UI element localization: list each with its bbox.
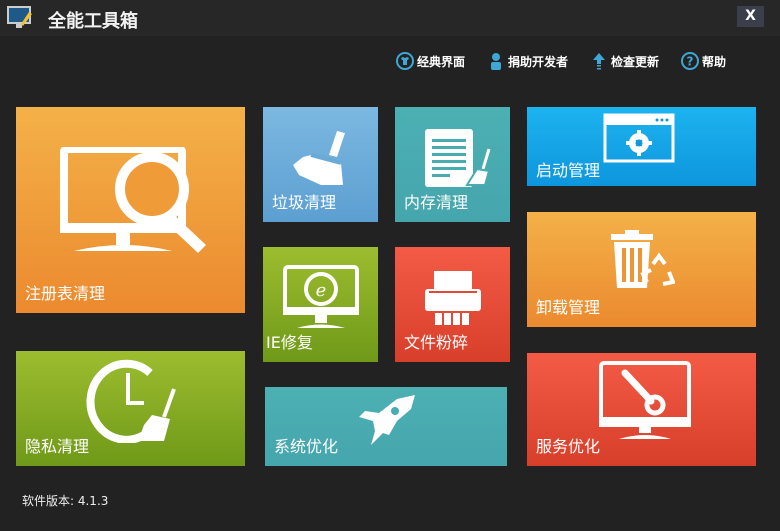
tile-memory-clean[interactable]: 内存清理 <box>395 107 510 222</box>
help-icon: ? <box>681 52 700 70</box>
tile-label: 卸载管理 <box>536 298 601 317</box>
tile-ie-repair[interactable]: e IE修复 <box>263 247 378 362</box>
close-button[interactable]: X <box>737 6 764 27</box>
version-text: 软件版本: 4.1.3 <box>22 494 109 508</box>
tile-label: 内存清理 <box>404 193 469 212</box>
top-links: 经典界面 捐助开发者 检查更新 ? 帮助 <box>396 52 748 70</box>
check-update-link[interactable]: 检查更新 <box>590 52 659 70</box>
tile-system-optimize[interactable]: 系统优化 <box>265 387 507 466</box>
rocket-icon <box>359 395 415 445</box>
classic-ui-label: 经典界面 <box>417 54 466 69</box>
clock-broom-icon <box>86 359 176 443</box>
tile-label: 启动管理 <box>536 161 601 180</box>
arrow-up-icon <box>593 53 606 70</box>
person-icon <box>491 53 502 70</box>
tile-privacy-clean[interactable]: 隐私清理 <box>16 351 245 466</box>
shredder-icon <box>425 271 481 325</box>
donate-link[interactable]: 捐助开发者 <box>487 52 568 70</box>
classic-ui-link[interactable]: 经典界面 <box>396 52 465 70</box>
tile-service-optimize[interactable]: 服务优化 <box>527 353 756 466</box>
app-title: 全能工具箱 <box>48 11 138 32</box>
title-bar: 全能工具箱 X <box>0 0 780 36</box>
monitor-ie-icon: e <box>283 265 359 328</box>
shirt-icon <box>396 52 414 70</box>
tile-label: 服务优化 <box>536 437 601 456</box>
tile-label: 垃圾清理 <box>272 193 337 212</box>
tile-label: 文件粉碎 <box>404 333 469 352</box>
monitor-magnifier-icon <box>60 147 206 253</box>
broom-icon <box>293 131 345 185</box>
trash-recycle-icon <box>611 230 675 288</box>
tile-label: 系统优化 <box>274 437 339 456</box>
help-link[interactable]: ? 帮助 <box>681 52 726 70</box>
tile-uninstall-manager[interactable]: 卸载管理 <box>527 212 756 327</box>
tile-label: 注册表清理 <box>25 284 106 303</box>
donate-label: 捐助开发者 <box>508 54 569 69</box>
tile-registry-clean[interactable]: 注册表清理 <box>16 107 245 313</box>
tile-startup-manager[interactable]: 启动管理 <box>527 107 756 186</box>
check-update-label: 检查更新 <box>611 54 660 69</box>
tile-label: IE修复 <box>266 333 313 352</box>
tile-junk-clean[interactable]: 垃圾清理 <box>263 107 378 222</box>
app-logo-icon <box>7 6 32 28</box>
document-broom-icon <box>425 129 491 187</box>
help-label: 帮助 <box>702 54 727 69</box>
tile-label: 隐私清理 <box>25 437 90 456</box>
svg-text:e: e <box>316 280 327 301</box>
settings-window-icon <box>603 113 675 163</box>
svg-text:?: ? <box>687 55 694 69</box>
monitor-wrench-icon <box>599 361 691 439</box>
tile-file-shredder[interactable]: 文件粉碎 <box>395 247 510 362</box>
